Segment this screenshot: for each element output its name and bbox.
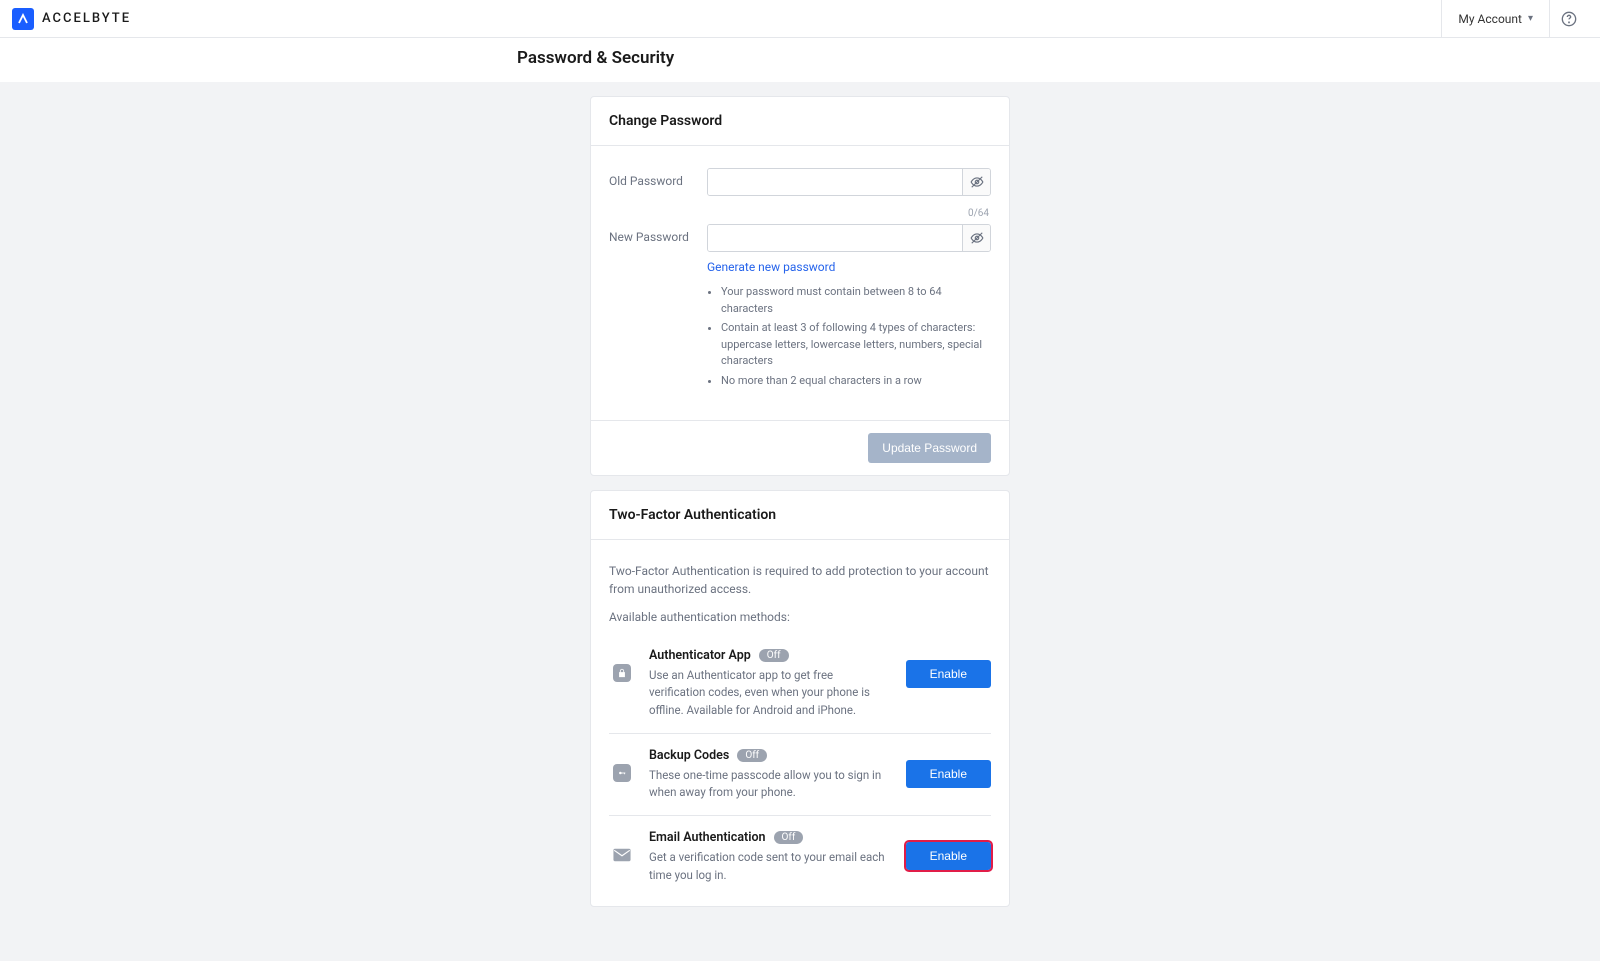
tfa-method-text: These one-time passcode allow you to sig…: [649, 767, 892, 802]
new-password-input[interactable]: [708, 225, 962, 251]
tfa-method-name: Authenticator App: [649, 648, 751, 663]
tfa-email-auth: Email Authentication Off Get a verificat…: [609, 816, 991, 888]
page-title: Password & Security: [517, 48, 1600, 68]
eye-off-icon: [970, 175, 984, 189]
status-badge: Off: [759, 649, 789, 662]
enable-backup-codes-button[interactable]: Enable: [906, 760, 991, 788]
help-icon: [1561, 11, 1577, 27]
toggle-old-password-visibility[interactable]: [962, 169, 990, 195]
logo-text: ACCELBYTE: [42, 11, 131, 26]
tfa-authenticator-app: Authenticator App Off Use an Authenticat…: [609, 634, 991, 734]
password-hint: Your password must contain between 8 to …: [721, 284, 991, 317]
eye-off-icon: [970, 231, 984, 245]
new-password-row: New Password 0/64 Generate ne: [609, 224, 991, 392]
logo[interactable]: ACCELBYTE: [12, 8, 131, 30]
toggle-new-password-visibility[interactable]: [962, 225, 990, 251]
tfa-method-name: Backup Codes: [649, 748, 729, 763]
mail-icon: [609, 846, 635, 864]
old-password-row: Old Password: [609, 168, 991, 196]
logo-icon: [12, 8, 34, 30]
chevron-down-icon: ▾: [1528, 13, 1533, 24]
status-badge: Off: [737, 749, 767, 762]
tfa-card: Two-Factor Authentication Two-Factor Aut…: [590, 490, 1010, 907]
new-password-label: New Password: [609, 224, 703, 244]
new-password-counter: 0/64: [968, 208, 989, 219]
tfa-description: Two-Factor Authentication is required to…: [609, 562, 991, 598]
password-hints: Your password must contain between 8 to …: [707, 284, 991, 389]
old-password-label: Old Password: [609, 168, 703, 188]
my-account-dropdown[interactable]: My Account ▾: [1441, 0, 1550, 38]
tfa-method-name: Email Authentication: [649, 830, 766, 845]
tfa-method-text: Use an Authenticator app to get free ver…: [649, 667, 892, 719]
password-hint: No more than 2 equal characters in a row: [721, 373, 991, 390]
tfa-title: Two-Factor Authentication: [591, 491, 1009, 540]
password-hint: Contain at least 3 of following 4 types …: [721, 320, 991, 370]
tfa-backup-codes: Backup Codes Off These one-time passcode…: [609, 734, 991, 817]
help-button[interactable]: [1550, 0, 1588, 38]
enable-email-auth-button[interactable]: Enable: [906, 842, 991, 870]
change-password-title: Change Password: [591, 97, 1009, 146]
update-password-button[interactable]: Update Password: [868, 433, 991, 463]
tfa-subtitle: Available authentication methods:: [609, 610, 991, 624]
old-password-input[interactable]: [708, 169, 962, 195]
status-badge: Off: [774, 831, 804, 844]
app-header: ACCELBYTE My Account ▾: [0, 0, 1600, 38]
my-account-label: My Account: [1458, 12, 1522, 26]
key-icon: [609, 764, 635, 782]
lock-icon: [609, 664, 635, 682]
page-title-bar: Password & Security: [0, 38, 1600, 82]
generate-password-link[interactable]: Generate new password: [707, 260, 991, 274]
enable-authenticator-button[interactable]: Enable: [906, 660, 991, 688]
main-content: Change Password Old Password: [0, 82, 1600, 961]
tfa-method-text: Get a verification code sent to your ema…: [649, 849, 892, 884]
header-right: My Account ▾: [1441, 0, 1588, 38]
change-password-card: Change Password Old Password: [590, 96, 1010, 476]
